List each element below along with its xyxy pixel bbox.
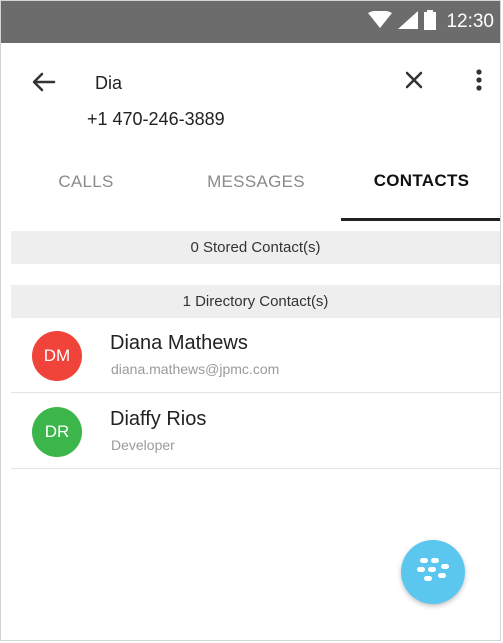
search-query[interactable]: Dia: [95, 73, 122, 94]
contact-email: diana.mathews@jpmc.com: [111, 361, 280, 377]
blackberry-fab-button[interactable]: [401, 540, 465, 604]
contact-row[interactable]: DM Diana Mathews diana.mathews@jpmc.com: [11, 319, 500, 393]
contact-name: Diaffy Rios: [110, 408, 207, 430]
tab-messages[interactable]: MESSAGES: [171, 143, 341, 221]
close-icon: [404, 70, 424, 95]
more-options-button[interactable]: [469, 67, 489, 97]
tab-bar: CALLS MESSAGES CONTACTS: [1, 143, 500, 221]
avatar: DM: [32, 331, 82, 381]
phone-number: +1 470-246-3889: [87, 109, 225, 129]
contact-row[interactable]: DR Diaffy Rios Developer: [11, 395, 500, 469]
wifi-icon: [368, 9, 393, 34]
app-header: Dia +1 470-246-3889: [1, 43, 500, 143]
blackberry-icon: [416, 557, 450, 588]
status-time: 12:30: [446, 11, 494, 32]
status-bar: 12:30: [1, 1, 500, 43]
directory-contacts-header: 1 Directory Contact(s): [11, 285, 500, 318]
avatar: DR: [32, 407, 82, 457]
more-vertical-icon: [476, 68, 482, 96]
arrow-left-icon: [32, 72, 56, 97]
signal-icon: [398, 10, 419, 34]
contact-name: Diana Mathews: [110, 332, 248, 354]
contact-title: Developer: [111, 437, 175, 453]
clear-button[interactable]: [399, 67, 429, 97]
battery-icon: [424, 9, 437, 35]
app-screen: 12:30 Dia +1 470-246-3889 CALLS MESSAGES…: [0, 0, 501, 641]
tab-contacts[interactable]: CONTACTS: [341, 143, 500, 221]
tab-calls[interactable]: CALLS: [1, 143, 171, 221]
back-button[interactable]: [27, 67, 61, 101]
stored-contacts-header: 0 Stored Contact(s): [11, 231, 500, 264]
